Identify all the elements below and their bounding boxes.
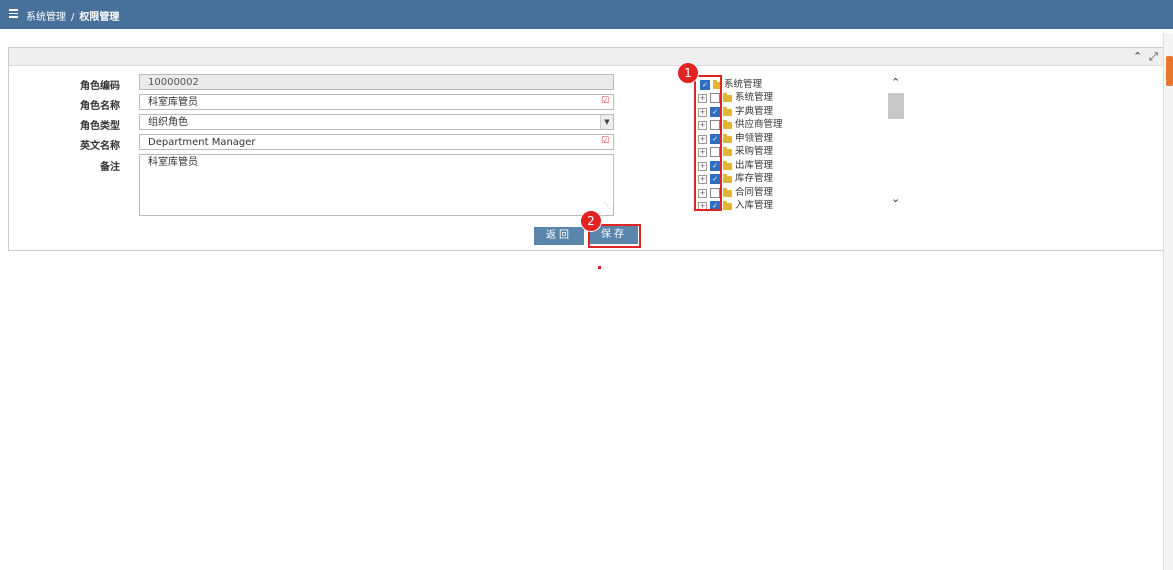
folder-icon xyxy=(723,106,732,116)
role-code-value: 10000002 xyxy=(148,77,199,88)
breadcrumb-separator: / xyxy=(71,12,75,23)
folder-icon xyxy=(723,201,732,210)
folder-icon xyxy=(723,133,732,143)
page-scroll-thumb[interactable] xyxy=(1166,56,1173,86)
scroll-down-icon[interactable]: ⌄ xyxy=(891,192,900,205)
cursor-marker xyxy=(598,266,601,269)
role-type-select[interactable]: 组织角色 ▼ xyxy=(139,114,614,130)
back-button[interactable]: 返回 xyxy=(534,227,584,245)
remark-label: 备注 xyxy=(100,162,120,173)
folder-icon xyxy=(723,147,732,156)
english-name-value: Department Manager xyxy=(148,137,256,148)
tree-node-label: 出库管理 xyxy=(735,159,774,171)
tree-node-label: 供应商管理 xyxy=(735,119,783,130)
remark-value: 科室库管员 xyxy=(148,157,198,168)
tree-node-label: 申领管理 xyxy=(735,132,774,144)
folder-icon xyxy=(723,120,732,129)
top-bar: 系统管理 / 权限管理 xyxy=(0,0,1173,29)
tree-node-label: 合同管理 xyxy=(735,186,774,198)
folder-icon xyxy=(723,160,732,170)
dropdown-arrow-icon[interactable]: ▼ xyxy=(600,115,613,129)
step-badge-2: 2 xyxy=(580,210,602,232)
step-badge-1: 1 xyxy=(677,62,699,84)
role-type-value: 组织角色 xyxy=(148,117,188,128)
english-name-input[interactable]: Department Manager ☑ xyxy=(139,134,614,150)
role-code-field: 10000002 xyxy=(139,74,614,90)
tree-node-label: 字典管理 xyxy=(735,105,774,117)
resize-grip-icon[interactable]: ⋱ xyxy=(604,200,611,213)
breadcrumb-current: 权限管理 xyxy=(79,12,120,23)
tree-node-label: 库存管理 xyxy=(735,173,774,184)
tree-node-label: 采购管理 xyxy=(735,146,774,157)
folder-icon xyxy=(723,187,732,197)
role-name-input[interactable]: 科室库管员 ☑ xyxy=(139,94,614,110)
folder-icon xyxy=(723,93,732,102)
tree-scrollbar[interactable]: ⌃ ⌄ xyxy=(887,74,905,210)
page-scrollbar[interactable] xyxy=(1163,33,1173,570)
english-name-label: 英文名称 xyxy=(80,141,120,152)
tree-node-label: 系统管理 xyxy=(735,92,774,103)
checkbox-highlight-box xyxy=(694,75,722,211)
tree-root-label: 系统管理 xyxy=(724,79,763,90)
role-name-value: 科室库管员 xyxy=(148,97,198,108)
required-check-icon: ☑ xyxy=(601,136,610,146)
breadcrumb: 系统管理 / 权限管理 xyxy=(26,8,119,23)
role-name-label: 角色名称 xyxy=(80,101,120,112)
menu-icon[interactable] xyxy=(9,9,18,18)
required-check-icon: ☑ xyxy=(601,96,610,106)
expand-icon[interactable]: ⤢ xyxy=(1149,50,1158,63)
tree-scroll-thumb[interactable] xyxy=(888,93,904,119)
role-code-label: 角色编码 xyxy=(80,81,120,92)
scroll-up-icon[interactable]: ⌃ xyxy=(891,76,900,89)
role-type-label: 角色类型 xyxy=(80,121,120,132)
tree-node-label: 入库管理 xyxy=(735,200,774,210)
folder-icon xyxy=(723,174,732,183)
breadcrumb-parent[interactable]: 系统管理 xyxy=(26,12,66,23)
panel-header: ⌃ ⤢ xyxy=(9,48,1163,66)
collapse-icon[interactable]: ⌃ xyxy=(1133,50,1142,63)
remark-textarea[interactable]: 科室库管员 ⋱ xyxy=(139,154,614,216)
